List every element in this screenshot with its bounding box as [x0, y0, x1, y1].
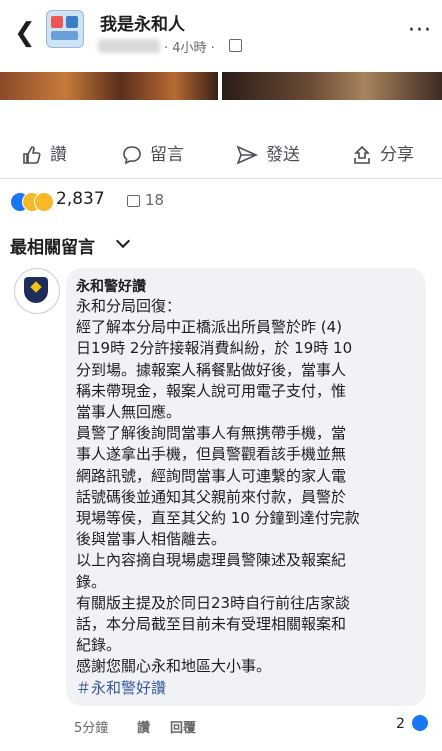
comment-line: 紀錄。	[76, 636, 122, 655]
share-button[interactable]: 分享	[352, 140, 414, 165]
comment-like-button[interactable]: 讚	[137, 717, 150, 736]
share-icon	[354, 145, 370, 164]
thumbs-up-icon	[23, 146, 41, 164]
back-arrow-icon[interactable]: ❮	[14, 20, 36, 46]
comment-line: 以上內容摘自現場處理員警陳述及報案紀	[76, 551, 347, 570]
post-photo-right[interactable]	[222, 72, 442, 100]
comment-reply-button[interactable]: 回覆	[170, 717, 196, 736]
comment-body: 永和分局回復： 經了解本分局中正橋派出所員警於昨 (4) 日19時 2分許接報消…	[76, 296, 421, 699]
send-icon	[236, 145, 258, 165]
share-label: 分享	[380, 145, 414, 165]
send-label: 發送	[266, 145, 300, 165]
page-avatar[interactable]	[46, 10, 84, 48]
comment-line: 日19時 2分許接報消費糾紛，於 19時 10	[76, 339, 353, 358]
shares-icon	[127, 195, 140, 207]
comment-line: 員警了解後詢問當事人有無携帶手機，當	[76, 424, 347, 443]
comment-line: 當事人無回應。	[76, 403, 182, 422]
like-label: 讚	[50, 145, 67, 165]
wow-reaction-icon	[34, 192, 54, 212]
post-photo-left[interactable]	[0, 72, 218, 100]
comment-line: 話號碼後並通知其父親前來付款，員警於	[76, 487, 347, 506]
hashtag-link[interactable]: ＃永和警好讚	[76, 678, 421, 699]
comment-label: 留言	[150, 145, 184, 165]
comment-button[interactable]: 留言	[122, 140, 184, 165]
like-reaction-icon	[412, 715, 428, 731]
comment-line: 後與當事人相偕離去。	[76, 530, 227, 549]
commenter-avatar[interactable]	[14, 268, 60, 314]
more-options-icon[interactable]: ···	[408, 18, 432, 43]
page-name[interactable]: 我是永和人	[100, 10, 185, 35]
reaction-count[interactable]: 2,837	[56, 189, 105, 209]
comment-reaction-count[interactable]: 2	[396, 716, 405, 732]
comments-filter[interactable]: 最相關留言	[10, 233, 95, 258]
comment-line: 現場等侯，直至其父約 10 分鐘到達付完款	[76, 509, 360, 528]
like-button[interactable]: 讚	[22, 140, 67, 165]
post-header: ❮ 我是永和人 · 4小時 · ···	[0, 0, 442, 68]
comment-bubble: 永和警好讚 永和分局回復： 經了解本分局中正橋派出所員警於昨 (4) 日19時 …	[66, 268, 426, 706]
comment-line: 經了解本分局中正橋派出所員警於昨 (4)	[76, 318, 343, 337]
comment-time[interactable]: 5分鐘	[74, 717, 108, 736]
comment-line: 感謝您關心永和地區大小事。	[76, 657, 272, 676]
chevron-down-icon[interactable]	[115, 233, 131, 249]
comment-line: 永和分局回復：	[76, 297, 182, 315]
comment-line: 網路訊號，經詢問當事人可連繫的家人電	[76, 466, 347, 485]
blurred-author	[98, 39, 160, 53]
share-count[interactable]: 18	[145, 191, 164, 209]
comment-line: 分到場。據報案人稱餐點做好後，當事人	[76, 360, 347, 379]
comment-line: 話，本分局截至目前未有受理相關報案和	[76, 615, 347, 634]
post-time[interactable]: · 4小時 ·	[164, 37, 215, 56]
comment-line: 稱未帶現金，報案人說可用電子支付，惟	[76, 381, 347, 400]
divider	[0, 178, 442, 179]
comment-author[interactable]: 永和警好讚	[76, 276, 146, 296]
comment-line: 事人遂拿出手機，但員警觀看該手機並無	[76, 445, 347, 464]
send-button[interactable]: 發送	[236, 140, 300, 165]
comment-line: 有關版主提及於同日23時自行前往店家談	[76, 593, 351, 612]
public-icon	[229, 39, 242, 52]
comment-line: 錄。	[76, 572, 107, 591]
comment-icon	[123, 146, 141, 165]
